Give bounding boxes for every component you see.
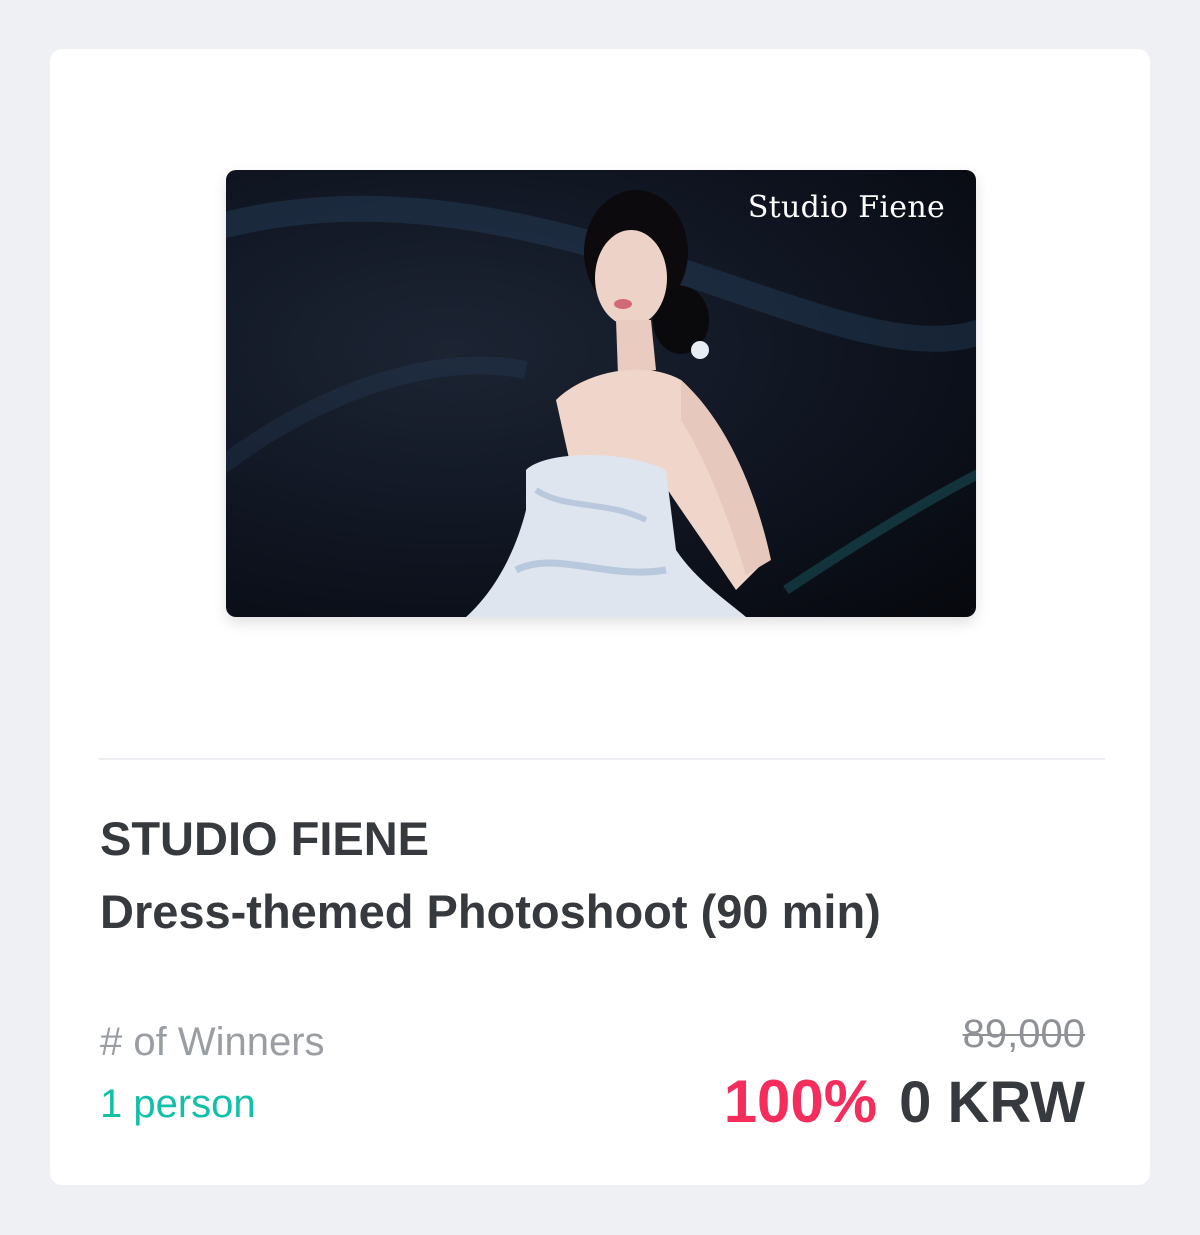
winners-value: 1 person bbox=[100, 1082, 256, 1126]
product-brand: STUDIO FIENE bbox=[100, 812, 430, 865]
product-card[interactable]: Studio Fiene STUDIO FIENE Dress-themed P… bbox=[50, 49, 1150, 1185]
winners-label: # of Winners bbox=[100, 1020, 325, 1064]
original-price: 89,000 bbox=[962, 1012, 1085, 1056]
section-divider bbox=[99, 758, 1105, 760]
photo-illustration bbox=[226, 190, 976, 617]
discount-rate: 100% bbox=[723, 1068, 878, 1135]
photo-watermark: Studio Fiene bbox=[747, 190, 945, 225]
final-price: 0 KRW bbox=[899, 1070, 1085, 1135]
price-row: 100% 0 KRW bbox=[724, 1067, 1085, 1138]
product-name: Dress-themed Photoshoot (90 min) bbox=[100, 885, 881, 938]
product-photo[interactable]: Studio Fiene bbox=[226, 170, 976, 617]
